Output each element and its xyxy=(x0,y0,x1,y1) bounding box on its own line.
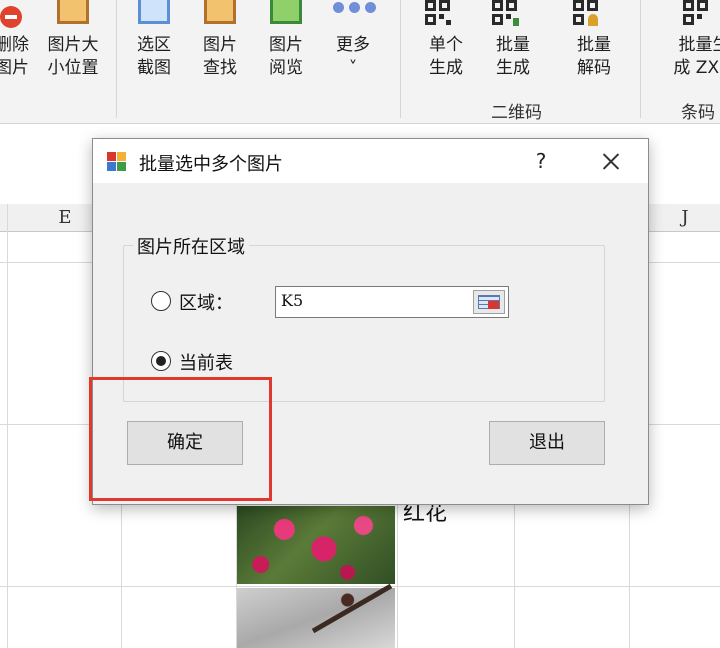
range-picker-button[interactable] xyxy=(473,290,505,314)
qr-batch-icon xyxy=(492,0,533,28)
column-header-e[interactable]: E xyxy=(30,204,100,232)
groupbox-title: 图片所在区域 xyxy=(133,233,249,259)
picture-size-position-button[interactable]: 图片大 小位置 xyxy=(33,0,113,96)
picture-find-icon xyxy=(204,0,236,24)
current-sheet-radio-label[interactable]: 当前表 xyxy=(179,349,233,375)
highlight-box xyxy=(89,377,272,501)
range-radio-label[interactable]: 区域： xyxy=(179,289,233,315)
delete-picture-icon xyxy=(0,6,22,28)
qr-decode-icon xyxy=(573,0,614,28)
dialog-titlebar[interactable]: 批量选中多个图片 ? xyxy=(93,139,648,183)
column-header-j[interactable]: J xyxy=(650,204,720,232)
barcode-batch-generate-button[interactable]: 批量生 成 ZXin xyxy=(659,0,720,96)
close-icon[interactable] xyxy=(593,145,629,177)
more-button[interactable]: 更多 ˅ xyxy=(313,0,393,96)
ribbon-separator xyxy=(400,0,401,118)
current-sheet-radio[interactable] xyxy=(151,351,171,371)
qr-batch-generate-button[interactable]: 批量 生成 xyxy=(473,0,553,96)
help-button[interactable]: ? xyxy=(529,147,553,175)
exit-button[interactable]: 退出 xyxy=(489,421,605,465)
app-icon xyxy=(107,152,127,172)
qr-group-label: 二维码 xyxy=(491,103,542,123)
qr-batch-decode-button[interactable]: 批量 解码 xyxy=(554,0,634,96)
flower-photo-red[interactable] xyxy=(237,506,395,584)
dialog-title: 批量选中多个图片 xyxy=(139,154,283,175)
ribbon-toolbar: 删除 图片 图片大 小位置 选区 截图 图片 查找 图片 阅览 更多 ˅ 单个 … xyxy=(0,0,720,124)
ribbon-separator xyxy=(640,0,641,118)
range-radio[interactable] xyxy=(151,291,171,311)
flower-photo-branch[interactable] xyxy=(237,583,395,648)
grid-line xyxy=(7,204,8,648)
qr-code-icon xyxy=(425,0,466,28)
picture-size-icon xyxy=(57,0,89,24)
grid-line xyxy=(0,586,720,587)
screenshot-icon xyxy=(138,0,170,24)
barcode-icon xyxy=(683,0,720,28)
more-dots-icon xyxy=(333,2,377,14)
barcode-group-label: 条码 xyxy=(681,103,715,123)
picture-view-icon xyxy=(270,0,302,24)
